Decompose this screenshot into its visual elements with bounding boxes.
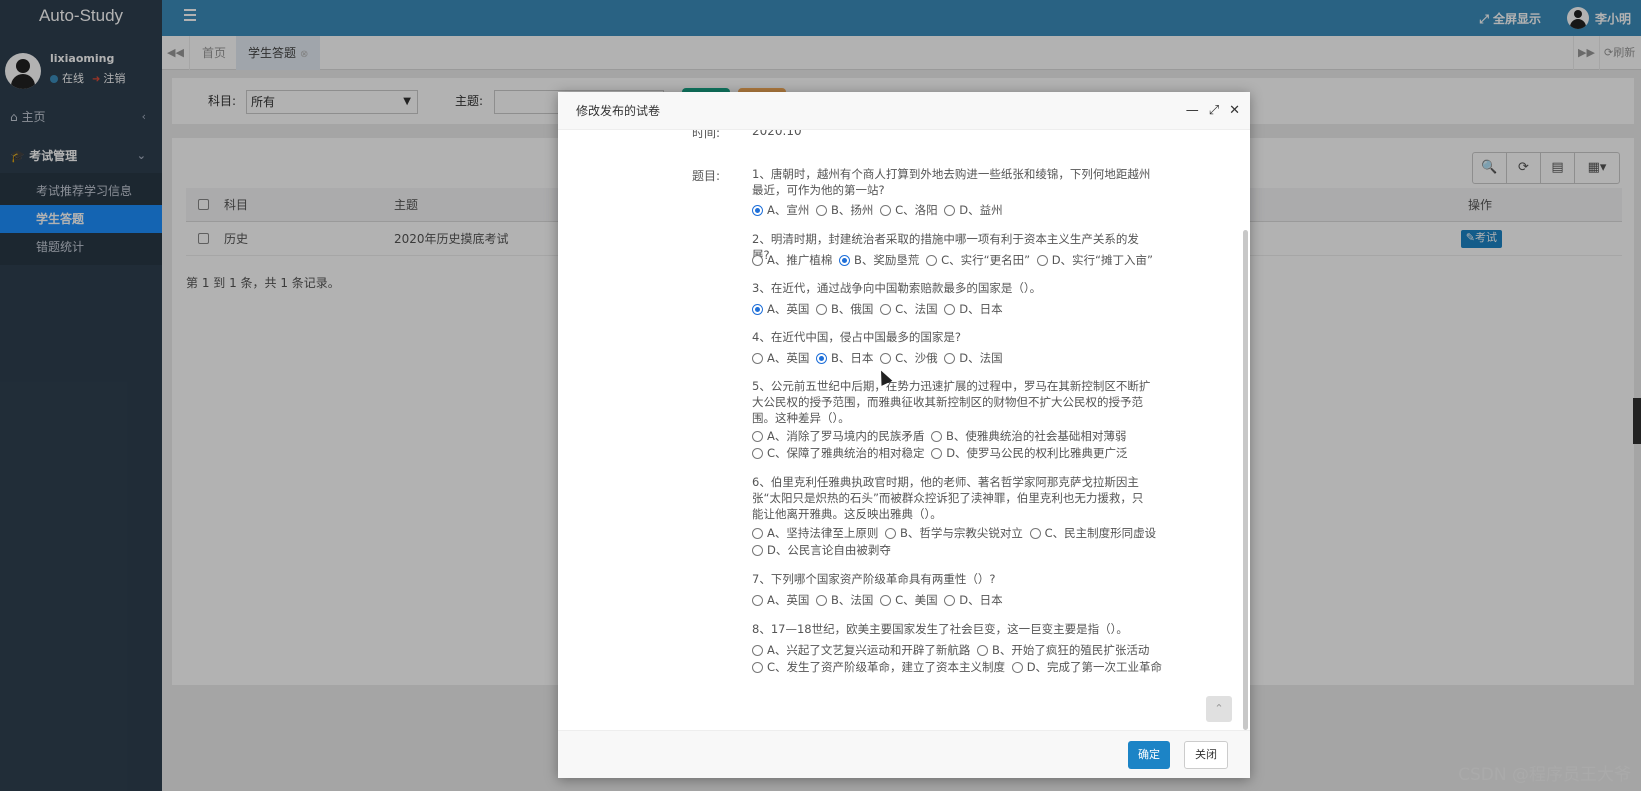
modal-body: 时间: 2020.10 题目: 1、唐朝时，越州有个商人打算到外地去购进一些纸张… [558, 130, 1250, 730]
time-label: 时间: [692, 130, 721, 140]
option-radio[interactable]: C、发生了资产阶级革命，建立了资本主义制度 [752, 660, 1005, 674]
question-text: 4、在近代中国，侵占中国最多的国家是? [752, 330, 961, 344]
edit-paper-modal: 修改发布的试卷 — ⤢ ✕ 时间: 2020.10 题目: 1、唐朝时，越州有个… [558, 92, 1250, 778]
option-radio[interactable]: C、美国 [880, 593, 938, 607]
back-to-top-icon[interactable]: ⌃ [1206, 696, 1232, 722]
modal-title: 修改发布的试卷 [576, 104, 661, 118]
watermark: CSDN @程序员王大爷 [1458, 765, 1631, 785]
question-options: A、兴起了文艺复兴运动和开辟了新航路 B、开始了疯狂的殖民扩张活动 [752, 642, 1172, 658]
question-options: A、宣州 B、扬州 C、洛阳 D、益州 [752, 202, 1172, 218]
question-options: A、推广植棉 B、奖励垦荒 C、实行“更名田” D、实行“摊丁入亩” [752, 252, 1172, 268]
option-radio[interactable]: D、益州 [944, 203, 1003, 217]
side-drawer-handle[interactable] [1633, 398, 1641, 444]
option-radio[interactable]: C、实行“更名田” [926, 253, 1030, 267]
option-radio[interactable]: A、兴起了文艺复兴运动和开辟了新航路 [752, 643, 970, 657]
question-text: 7、下列哪个国家资产阶级革命具有两重性（）? [752, 572, 996, 586]
option-radio[interactable]: A、消除了罗马境内的民族矛盾 [752, 429, 924, 443]
modal-scrollbar[interactable] [1243, 230, 1248, 730]
question-options: A、英国 B、俄国 C、法国 D、日本 [752, 301, 1172, 317]
modal-header: 修改发布的试卷 — ⤢ ✕ [558, 92, 1250, 130]
question-text: 8、17—18世纪，欧美主要国家发生了社会巨变，这一巨变主要是指（）。 [752, 622, 1128, 636]
option-radio[interactable]: A、坚持法律至上原则 [752, 526, 878, 540]
option-radio[interactable]: B、奖励垦荒 [839, 253, 919, 267]
time-value: 2020.10 [752, 130, 802, 138]
question-options: A、英国 B、日本 C、沙俄 D、法国 [752, 350, 1172, 366]
option-radio[interactable]: D、日本 [944, 302, 1003, 316]
option-radio[interactable]: B、俄国 [816, 302, 873, 316]
option-radio[interactable]: C、法国 [880, 302, 938, 316]
modal-footer: 确定 关闭 [558, 730, 1250, 778]
maximize-icon[interactable]: ⤢ [1209, 92, 1219, 130]
close-button[interactable]: 关闭 [1184, 741, 1228, 769]
option-radio[interactable]: C、保障了雅典统治的相对稳定 [752, 446, 925, 460]
option-radio[interactable]: A、英国 [752, 302, 809, 316]
minimize-icon[interactable]: — [1186, 92, 1199, 130]
option-radio[interactable]: D、法国 [944, 351, 1003, 365]
option-radio[interactable]: D、公民言论自由被剥夺 [752, 543, 891, 557]
question-options: A、消除了罗马境内的民族矛盾 B、使雅典统治的社会基础相对薄弱 [752, 428, 1172, 444]
question-options: A、坚持法律至上原则 B、哲学与宗教尖锐对立 C、民主制度形同虚设 [752, 525, 1172, 541]
question-text: 3、在近代，通过战争向中国勒索赔款最多的国家是（）。 [752, 281, 1042, 295]
option-radio[interactable]: A、推广植棉 [752, 253, 832, 267]
option-radio[interactable]: D、日本 [944, 593, 1003, 607]
question-text: 6、伯里克利任雅典执政官时期，他的老师、著名哲学家阿那克萨戈拉斯因主张“太阳只是… [752, 475, 1144, 521]
question-options: D、公民言论自由被剥夺 [752, 542, 1172, 558]
question-text: 5、公元前五世纪中后期，在势力迅速扩展的过程中，罗马在其新控制区不断扩大公民权的… [752, 379, 1151, 425]
option-radio[interactable]: A、宣州 [752, 203, 809, 217]
option-radio[interactable]: A、英国 [752, 351, 809, 365]
option-radio[interactable]: B、日本 [816, 351, 873, 365]
option-radio[interactable]: B、哲学与宗教尖锐对立 [885, 526, 1023, 540]
question-options: A、英国 B、法国 C、美国 D、日本 [752, 592, 1172, 608]
close-icon[interactable]: ✕ [1229, 92, 1240, 130]
question-text: 1、唐朝时，越州有个商人打算到外地去购进一些纸张和绫锦，下列何地距越州最近，可作… [752, 167, 1151, 197]
question-options: C、发生了资产阶级革命，建立了资本主义制度 D、完成了第一次工业革命 [752, 659, 1172, 675]
option-radio[interactable]: B、开始了疯狂的殖民扩张活动 [977, 643, 1149, 657]
option-radio[interactable]: B、使雅典统治的社会基础相对薄弱 [931, 429, 1126, 443]
confirm-button[interactable]: 确定 [1128, 741, 1170, 769]
option-radio[interactable]: D、实行“摊丁入亩” [1036, 253, 1153, 267]
option-radio[interactable]: C、洛阳 [880, 203, 938, 217]
question-label: 题目: [692, 169, 721, 183]
option-radio[interactable]: C、沙俄 [880, 351, 938, 365]
option-radio[interactable]: B、法国 [816, 593, 873, 607]
option-radio[interactable]: C、民主制度形同虚设 [1029, 526, 1156, 540]
option-radio[interactable]: B、扬州 [816, 203, 873, 217]
question-options: C、保障了雅典统治的相对稳定 D、使罗马公民的权利比雅典更广泛 [752, 445, 1172, 461]
option-radio[interactable]: A、英国 [752, 593, 809, 607]
option-radio[interactable]: D、使罗马公民的权利比雅典更广泛 [931, 446, 1128, 460]
option-radio[interactable]: D、完成了第一次工业革命 [1011, 660, 1162, 674]
